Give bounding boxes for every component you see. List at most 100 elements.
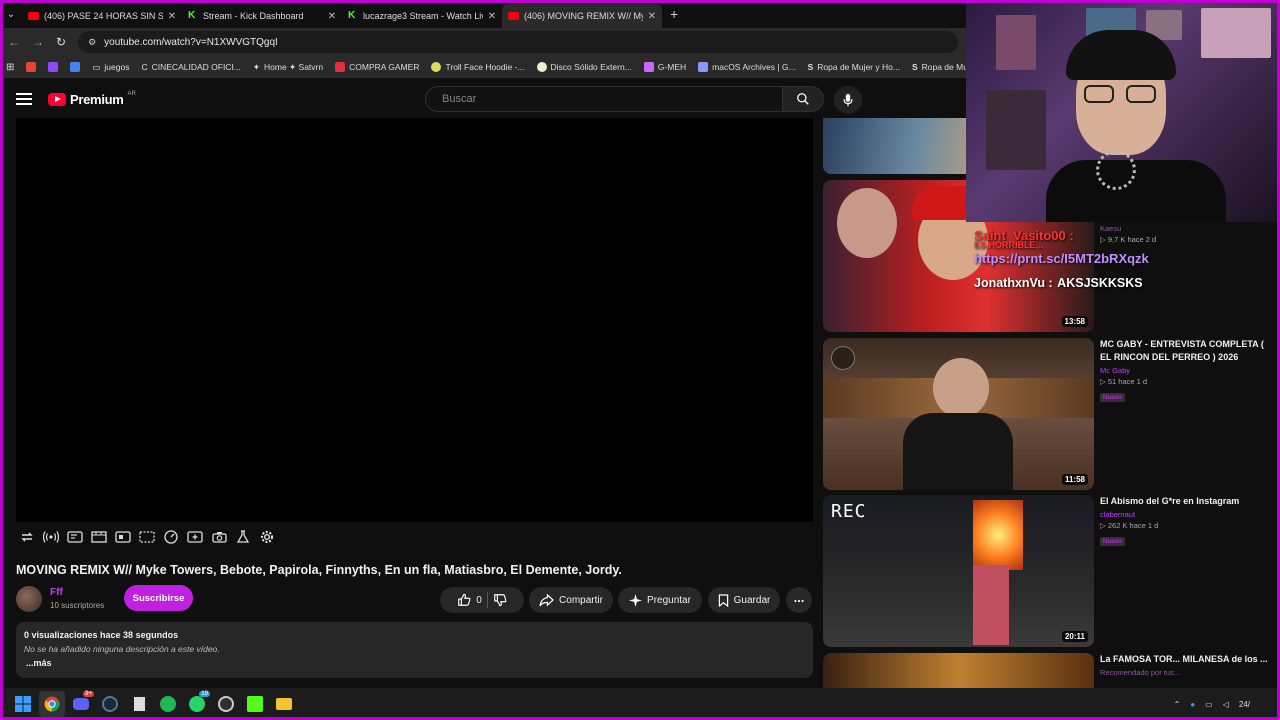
rec-channel[interactable]: Recomendado por tus... [1100,668,1270,677]
more-actions-button[interactable]: ... [786,587,812,613]
tray-chevron-icon[interactable]: ⌃ [1174,700,1181,709]
clock[interactable]: 24/ [1239,700,1250,709]
microphone-icon[interactable]: ● [1190,700,1195,709]
share-button[interactable]: Compartir [529,587,613,613]
new-tab-icon[interactable]: + [662,6,686,22]
tab-search-chevron-icon[interactable]: ⌄ [0,0,22,28]
file-explorer-icon[interactable] [271,691,297,717]
close-tab-icon[interactable]: ✕ [488,11,496,22]
dotted-frame-icon[interactable] [138,528,156,546]
rec-title[interactable]: La FAMOSA TOR... MILANESA de los ... [1100,653,1270,666]
bookmark-label: Troll Face Hoodie -... [445,62,525,72]
spotify-icon[interactable] [155,691,181,717]
compra-gamer-icon [335,62,346,72]
browser-tab[interactable]: K Stream - Kick Dashboard ✕ [182,4,342,28]
like-dislike-group: 0 [440,587,524,613]
bookmark-item[interactable]: COMPRA GAMER [335,62,419,72]
site-info-icon[interactable]: ⚙ [88,37,96,48]
volume-icon[interactable]: ◁ [1223,700,1229,709]
video-player[interactable] [16,118,813,522]
bookmark-label: macOS Archives | G... [712,62,796,72]
browser-tab[interactable]: K lucazrage3 Stream - Watch Live ✕ [342,4,502,28]
kick-app-icon[interactable] [242,691,268,717]
folder-icon: ▭ [92,61,101,72]
show-more-link[interactable]: ...más [26,658,805,668]
channel-name[interactable]: Fff [50,587,63,598]
whatsapp-icon[interactable]: 19 [184,691,210,717]
search-button[interactable] [782,86,824,112]
url-text: youtube.com/watch?v=N1XWVGTQgqI [104,36,278,48]
film-icon[interactable] [90,528,108,546]
bookmark-item[interactable]: C CINECALIDAD OFICI... [141,62,240,72]
like-button[interactable]: 0 [457,593,482,607]
bookmark-item[interactable]: Disco Sólido Extern... [536,62,632,72]
loop-icon[interactable] [18,528,36,546]
channel-avatar[interactable] [16,586,42,612]
logo-text: Premium [70,91,124,107]
voice-search-button[interactable] [834,86,862,114]
url-field[interactable]: ⚙ youtube.com/watch?v=N1XWVGTQgqI [78,31,959,53]
thumbs-up-icon [458,593,471,606]
video-duration: 13:58 [1061,316,1088,327]
disc-icon [536,62,547,72]
discord-icon[interactable]: 9+ [68,691,94,717]
back-icon[interactable]: ← [8,35,20,49]
subscribe-button[interactable]: Suscribirse [124,585,193,611]
windows-taskbar: 9+ 19 ⌃ ● ▭ ◁ 24/ [0,688,1280,720]
ask-button[interactable]: Preguntar [618,587,702,613]
video-thumbnail[interactable]: REC 20:11 [823,495,1094,647]
file-app-icon[interactable] [126,691,152,717]
tab-label: Stream - Kick Dashboard [203,11,304,21]
chat-message: AKSJSKKSKS [1057,276,1143,290]
speed-icon[interactable] [162,528,180,546]
gear-icon[interactable] [258,528,276,546]
bookmark-item[interactable] [48,62,59,72]
video-thumbnail[interactable] [823,653,1094,688]
reload-icon[interactable]: ↻ [56,35,66,49]
screen-icon[interactable] [114,528,132,546]
bookmark-item[interactable]: Troll Face Hoodie -... [431,62,525,72]
pill-divider [486,592,488,608]
close-tab-icon[interactable]: ✕ [648,11,656,22]
windows-start-icon[interactable] [10,691,36,717]
recommendation-item[interactable]: La FAMOSA TOR... MILANESA de los ... Rec… [823,653,1273,688]
bookmark-label: Home ✦ Satvrn [264,61,324,72]
save-button[interactable]: Guardar [708,587,780,613]
youtube-premium-logo[interactable]: Premium AR [48,91,136,107]
description-box[interactable]: 0 visualizaciones hace 38 segundos No se… [16,622,813,678]
rec-channel[interactable]: clabernaut [1100,510,1270,519]
bookmark-item[interactable]: S Ropa de Mujer y Ho... [808,62,900,72]
broadcast-icon[interactable] [42,528,60,546]
bookmark-item[interactable]: G-MEH [643,62,686,72]
recommendation-item[interactable]: 11:58 MC GABY - ENTREVISTA COMPLETA ( EL… [823,338,1273,490]
flask-icon[interactable] [234,528,252,546]
bookmark-item[interactable]: ✦ Home ✦ Satvrn [253,62,323,73]
forward-icon[interactable]: → [32,35,44,49]
add-frame-icon[interactable] [186,528,204,546]
rec-title[interactable]: El Abismo del G*re en Instagram [1100,495,1270,508]
playlist-settings-icon[interactable] [66,528,84,546]
bookmark-item[interactable]: ▭ juegos [92,62,129,73]
recommendation-item[interactable]: REC 20:11 El Abismo del G*re en Instagra… [823,495,1273,647]
browser-tab[interactable]: (406) PASE 24 HORAS SIN SALIR ✕ [22,4,182,28]
hamburger-menu-icon[interactable] [16,93,32,105]
dislike-button[interactable] [493,593,507,607]
close-tab-icon[interactable]: ✕ [168,11,176,22]
browser-tab-active[interactable]: (406) MOVING REMIX W// Myke ✕ [502,4,662,28]
apps-grid-icon[interactable]: ⊞ [6,62,14,73]
obs-icon[interactable] [213,691,239,717]
chrome-icon[interactable] [39,691,65,717]
rec-title[interactable]: MC GABY - ENTREVISTA COMPLETA ( EL RINCO… [1100,338,1270,364]
notification-badge: 9+ [83,691,94,697]
bookmark-item[interactable] [26,62,37,72]
network-icon[interactable]: ▭ [1205,700,1213,709]
troll-icon [431,62,442,72]
camera-icon[interactable] [210,528,228,546]
video-thumbnail[interactable]: 11:58 [823,338,1094,490]
search-input[interactable] [425,86,783,112]
close-tab-icon[interactable]: ✕ [328,11,336,22]
steam-icon[interactable] [97,691,123,717]
bookmark-item[interactable]: macOS Archives | G... [698,62,796,72]
rec-channel[interactable]: Mc Gaby [1100,366,1270,375]
bookmark-item[interactable] [70,62,81,72]
